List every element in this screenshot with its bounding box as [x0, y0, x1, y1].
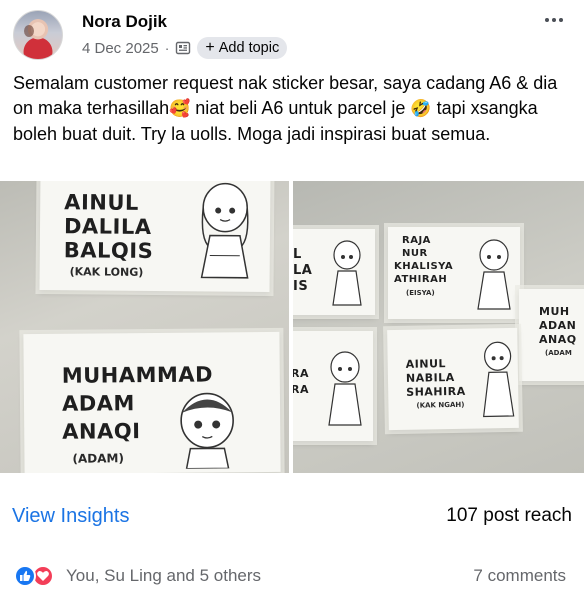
card-name-line: RAJA — [402, 235, 431, 246]
rofl-emoji: 🤣 — [410, 99, 432, 119]
insights-row: View Insights 107 post reach — [0, 498, 584, 538]
sticker-card: L LA IS — [293, 229, 375, 315]
card-name-line: AINUL — [405, 357, 447, 371]
card-nickname: (ADAM) — [72, 451, 124, 466]
girl-illustration — [200, 182, 249, 279]
sticker-card: MUHAMMAD ADAM ANAQI (ADAM) — [23, 331, 281, 473]
post-text: Semalam customer request nak sticker bes… — [13, 71, 573, 147]
reactors-summary[interactable]: You, Su Ling and 5 others — [66, 566, 261, 586]
sticker-card: MUH ADAN ANAQ (ADAM — [519, 289, 584, 381]
boy-illustration — [180, 392, 234, 469]
photo-left[interactable]: AINUL DALILA BALQIS (KAK LONG) MUHAMMAD … — [0, 181, 289, 473]
card-name-line: IS — [293, 279, 309, 294]
card-name-line: DALILA — [63, 214, 152, 239]
view-insights-link[interactable]: View Insights — [12, 505, 129, 528]
girl-illustration — [328, 351, 362, 426]
card-nickname: (KAK NGAH) — [416, 400, 465, 410]
card-name-line: BALQIS — [63, 238, 154, 263]
author-avatar[interactable] — [13, 10, 63, 60]
card-name-line: NUR — [402, 248, 428, 259]
sticker-card: AINUL DALILA BALQIS (KAK LONG) — [39, 181, 271, 293]
girl-illustration — [477, 239, 511, 310]
card-name-line: SHAHIRA — [406, 384, 466, 399]
card-name-line: LA — [293, 263, 313, 278]
card-nickname: (KAK LONG) — [69, 265, 144, 279]
post-header: Nora Dojik 4 Dec 2025 · + Add topic — [0, 0, 584, 70]
meta-separator: · — [164, 40, 170, 56]
post-text-part2: niat beli A6 untuk parcel je — [190, 98, 411, 118]
like-reaction-icon — [14, 565, 36, 587]
audience-icon[interactable] — [175, 40, 191, 56]
post-date[interactable]: 4 Dec 2025 — [82, 40, 159, 57]
reaction-icons[interactable] — [14, 565, 62, 587]
add-topic-button[interactable]: + Add topic — [197, 37, 288, 59]
card-name-line: RA — [293, 383, 309, 396]
author-name[interactable]: Nora Dojik — [82, 12, 167, 32]
card-name-line: MUH — [539, 305, 570, 318]
card-name-line: NABILA — [405, 370, 455, 385]
sticker-card: AINUL NABILA SHAHIRA (KAK NGAH) — [387, 327, 519, 431]
card-name-line: KHALISYA — [394, 261, 454, 272]
comments-count[interactable]: 7 comments — [473, 566, 566, 586]
reactions-row: You, Su Ling and 5 others 7 comments — [0, 560, 584, 592]
girl-illustration — [332, 240, 362, 306]
photo-grid: AINUL DALILA BALQIS (KAK LONG) MUHAMMAD … — [0, 181, 584, 473]
card-name-line: RA — [293, 367, 309, 380]
plus-icon: + — [205, 39, 215, 56]
photo-right[interactable]: L LA IS RAJA NUR KHALISYA ATHIRAH (EISYA… — [293, 181, 584, 473]
post-meta: 4 Dec 2025 · + Add topic — [82, 37, 288, 59]
card-name-line: ANAQI — [62, 419, 141, 444]
card-nickname: (EISYA) — [406, 289, 435, 297]
sticker-card: RAJA NUR KHALISYA ATHIRAH (EISYA) — [388, 227, 520, 319]
card-name-line: ADAN — [539, 319, 577, 332]
card-name-line: L — [293, 247, 302, 262]
post-reach: 107 post reach — [446, 505, 572, 526]
sticker-card: RA RA — [293, 331, 373, 441]
smiling-hearts-emoji: 🥰 — [169, 99, 191, 119]
card-name-line: ANAQ — [539, 333, 577, 346]
card-name-line: ADAM — [61, 391, 135, 416]
add-topic-label: Add topic — [218, 40, 280, 56]
card-name-line: AINUL — [64, 190, 139, 215]
more-options-icon[interactable] — [540, 10, 568, 30]
card-nickname: (ADAM — [545, 349, 572, 357]
girl-illustration — [482, 341, 515, 418]
card-name-line: ATHIRAH — [394, 274, 448, 285]
